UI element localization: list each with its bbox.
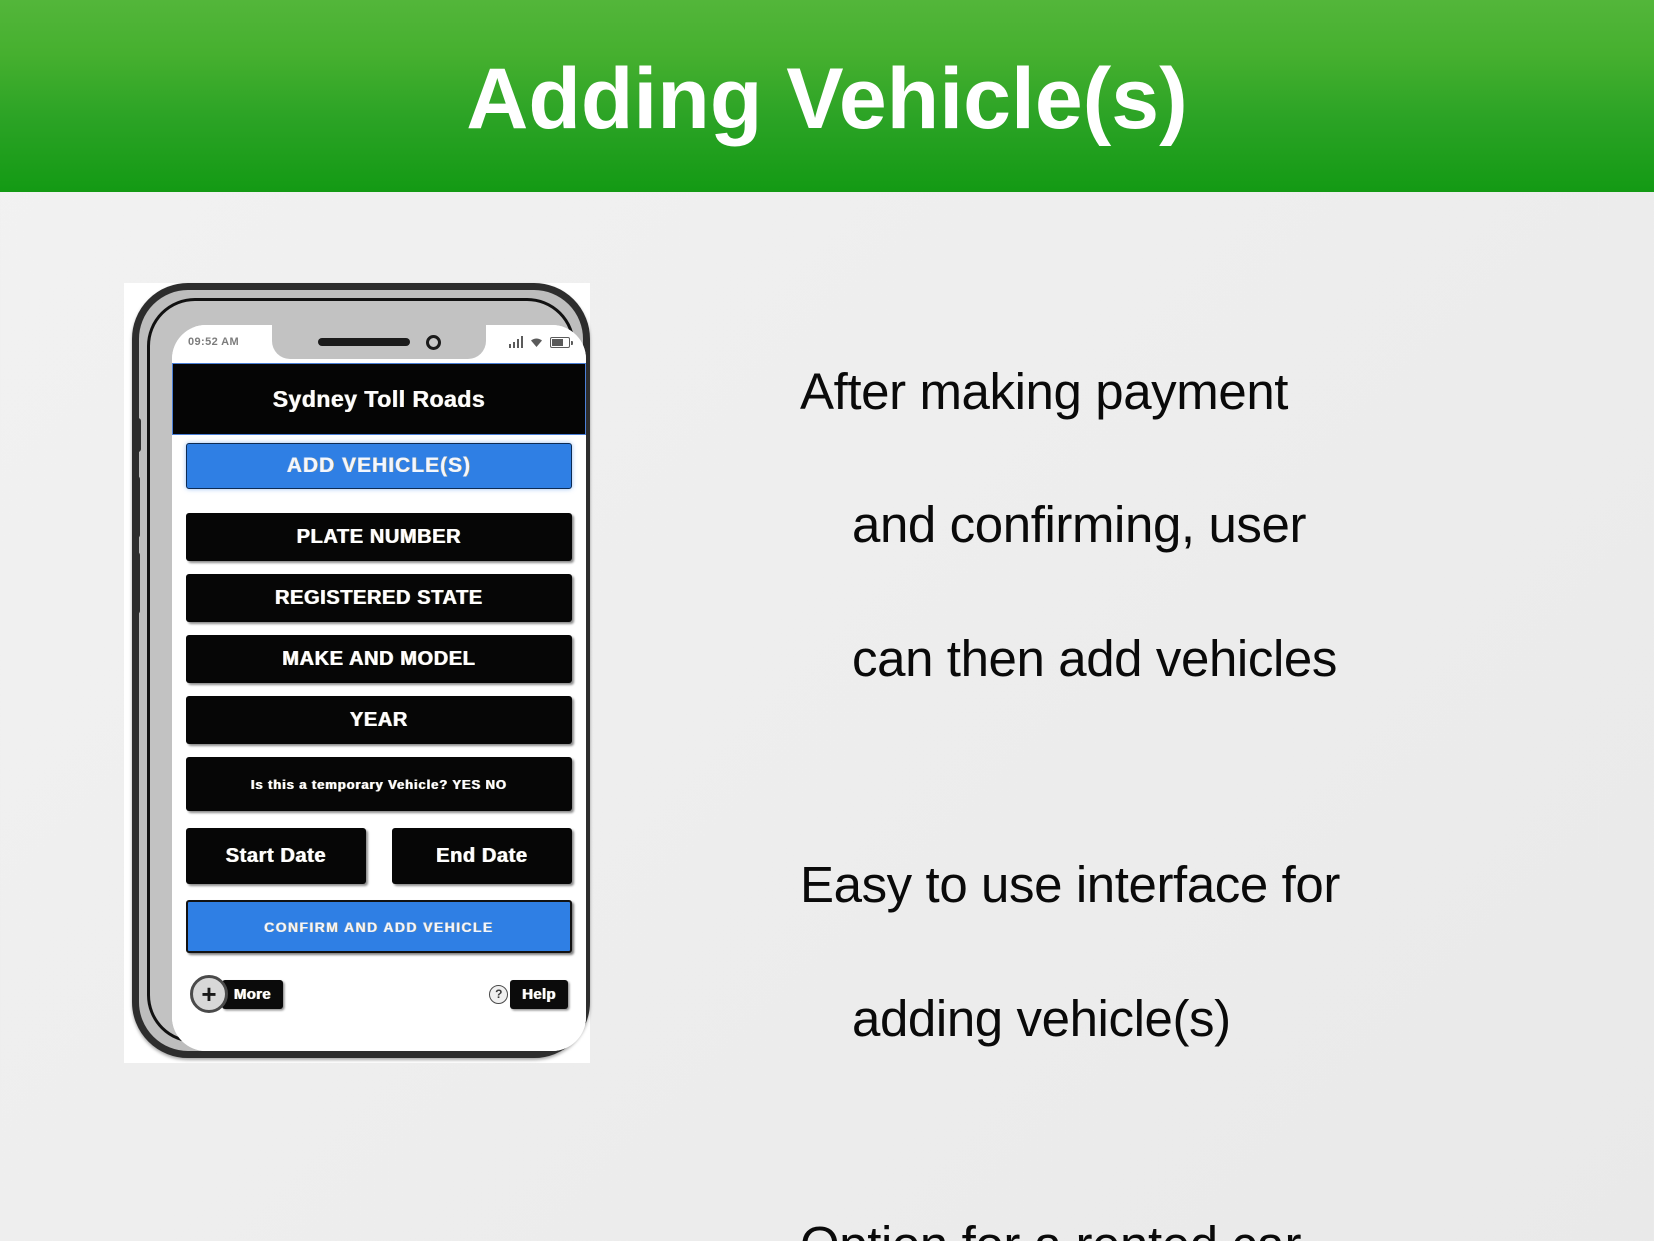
phone-mute-switch — [135, 418, 141, 452]
front-camera-icon — [425, 334, 441, 350]
phone-bezel: 09:52 AM Sydney Toll Roads ADD VEHICLE(S… — [147, 298, 586, 1051]
phone-frame: 09:52 AM Sydney Toll Roads ADD VEHICLE(S… — [132, 283, 590, 1058]
question-mark-icon: ? — [489, 984, 509, 1004]
add-vehicles-button[interactable]: ADD VEHICLE(S) — [186, 443, 572, 489]
confirm-and-add-vehicle-button[interactable]: CONFIRM AND ADD VEHICLE — [186, 900, 572, 953]
phone-volume-down-button — [133, 552, 140, 614]
app-bottom-bar: + More ? Help — [186, 975, 572, 1013]
date-range-row: Start Date End Date — [186, 828, 572, 884]
start-date-field[interactable]: Start Date — [186, 828, 366, 884]
bullet-line: adding vehicle(s) — [852, 989, 1231, 1047]
year-field[interactable]: YEAR — [186, 696, 572, 744]
bullet-line: Option for a rented car — [800, 1212, 1500, 1241]
temporary-vehicle-question[interactable]: Is this a temporary Vehicle? YES NO — [186, 757, 572, 811]
phone-mockup: 09:52 AM Sydney Toll Roads ADD VEHICLE(S… — [124, 283, 590, 1063]
signal-bars-icon — [508, 336, 523, 348]
help-button[interactable]: ? Help — [489, 979, 568, 1009]
plate-number-field[interactable]: PLATE NUMBER — [186, 513, 572, 561]
earpiece-speaker-icon — [317, 338, 410, 346]
bullet-line: and confirming, user — [852, 496, 1307, 554]
phone-screen: 09:52 AM Sydney Toll Roads ADD VEHICLE(S… — [172, 325, 586, 1051]
wifi-icon — [531, 338, 542, 347]
make-and-model-field[interactable]: MAKE AND MODEL — [186, 635, 572, 683]
app-header: Sydney Toll Roads — [172, 363, 586, 435]
bullet-line: After making payment — [800, 362, 1289, 420]
app-content: Sydney Toll Roads ADD VEHICLE(S) PLATE N… — [172, 359, 586, 1051]
more-label: More — [222, 979, 284, 1009]
bullet-item: Easy to use interface for adding vehicle… — [800, 786, 1500, 1120]
bullet-line: Easy to use interface for — [800, 856, 1340, 914]
phone-notch — [272, 325, 486, 359]
bullet-list: After making payment and confirming, use… — [800, 292, 1500, 1241]
bullet-item: After making payment and confirming, use… — [800, 292, 1500, 760]
plus-icon: + — [190, 975, 228, 1013]
page-title: Adding Vehicle(s) — [466, 51, 1188, 147]
app-title: Sydney Toll Roads — [272, 385, 486, 412]
more-button[interactable]: + More — [190, 975, 284, 1013]
phone-volume-up-button — [133, 476, 140, 538]
battery-icon — [550, 336, 573, 348]
bullet-line: can then add vehicles — [852, 629, 1337, 687]
bullet-item: Option for a rented car — [800, 1146, 1500, 1241]
registered-state-field[interactable]: REGISTERED STATE — [186, 574, 572, 622]
end-date-field[interactable]: End Date — [392, 828, 572, 884]
status-bar-time: 09:52 AM — [188, 336, 240, 348]
help-label: Help — [510, 979, 568, 1009]
slide-title-banner: Adding Vehicle(s) — [0, 0, 1654, 192]
status-bar-icons — [508, 336, 573, 348]
